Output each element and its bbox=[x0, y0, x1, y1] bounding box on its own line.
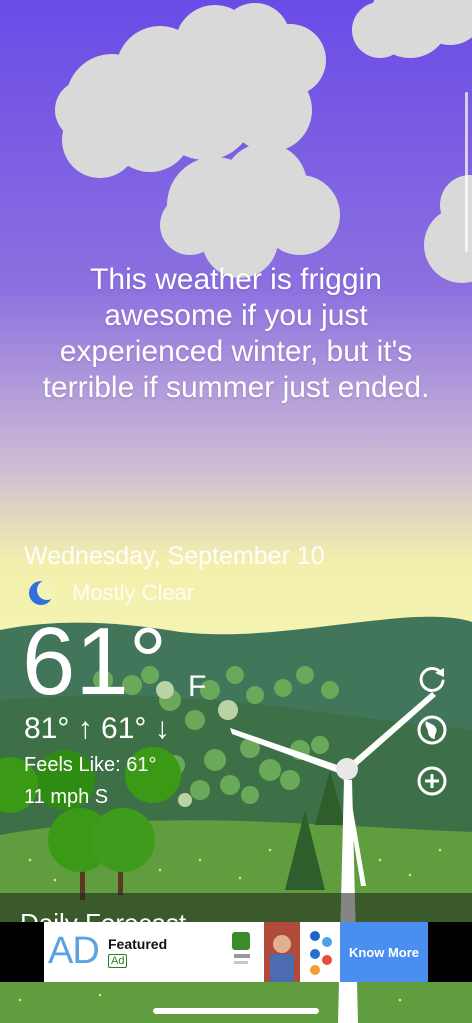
scroll-indicator[interactable] bbox=[465, 92, 468, 252]
ad-featured-label: Featured bbox=[108, 936, 168, 952]
home-indicator[interactable] bbox=[153, 1008, 319, 1014]
refresh-icon[interactable] bbox=[416, 664, 448, 696]
high-low-temperature: 81° ↑ 61° ↓ bbox=[24, 712, 170, 745]
condition-label: Mostly Clear bbox=[72, 580, 195, 605]
ad-app-thumbnail bbox=[232, 932, 250, 964]
weather-message-line: This weather is friggin bbox=[90, 263, 382, 296]
ad-image bbox=[264, 922, 300, 982]
add-icon[interactable] bbox=[416, 765, 448, 797]
current-temperature: 61° bbox=[22, 608, 168, 715]
payment-icons bbox=[310, 931, 332, 975]
condition-row: Mostly Clear bbox=[26, 578, 194, 608]
ad-banner[interactable]: AD Featured Ad Know More bbox=[44, 922, 428, 982]
weather-message-line: terrible if summer just ended. bbox=[42, 371, 430, 404]
globe-icon[interactable] bbox=[416, 714, 448, 746]
weather-scene bbox=[0, 0, 472, 1023]
weather-message-line: experienced winter, but it's bbox=[59, 335, 413, 368]
temperature-unit[interactable]: F bbox=[188, 670, 206, 704]
ad-logo: AD bbox=[48, 930, 100, 972]
know-more-button[interactable]: Know More bbox=[340, 922, 428, 982]
wind-speed: 11 mph S bbox=[24, 786, 109, 808]
feels-like: Feels Like: 61° bbox=[24, 754, 157, 776]
moon-icon bbox=[29, 580, 56, 605]
current-date: Wednesday, September 10 bbox=[24, 542, 325, 570]
ad-badge: Ad bbox=[108, 954, 128, 968]
weather-message-line: awesome if you just bbox=[104, 299, 368, 332]
weather-message: This weather is friggin awesome if you j… bbox=[0, 262, 472, 406]
